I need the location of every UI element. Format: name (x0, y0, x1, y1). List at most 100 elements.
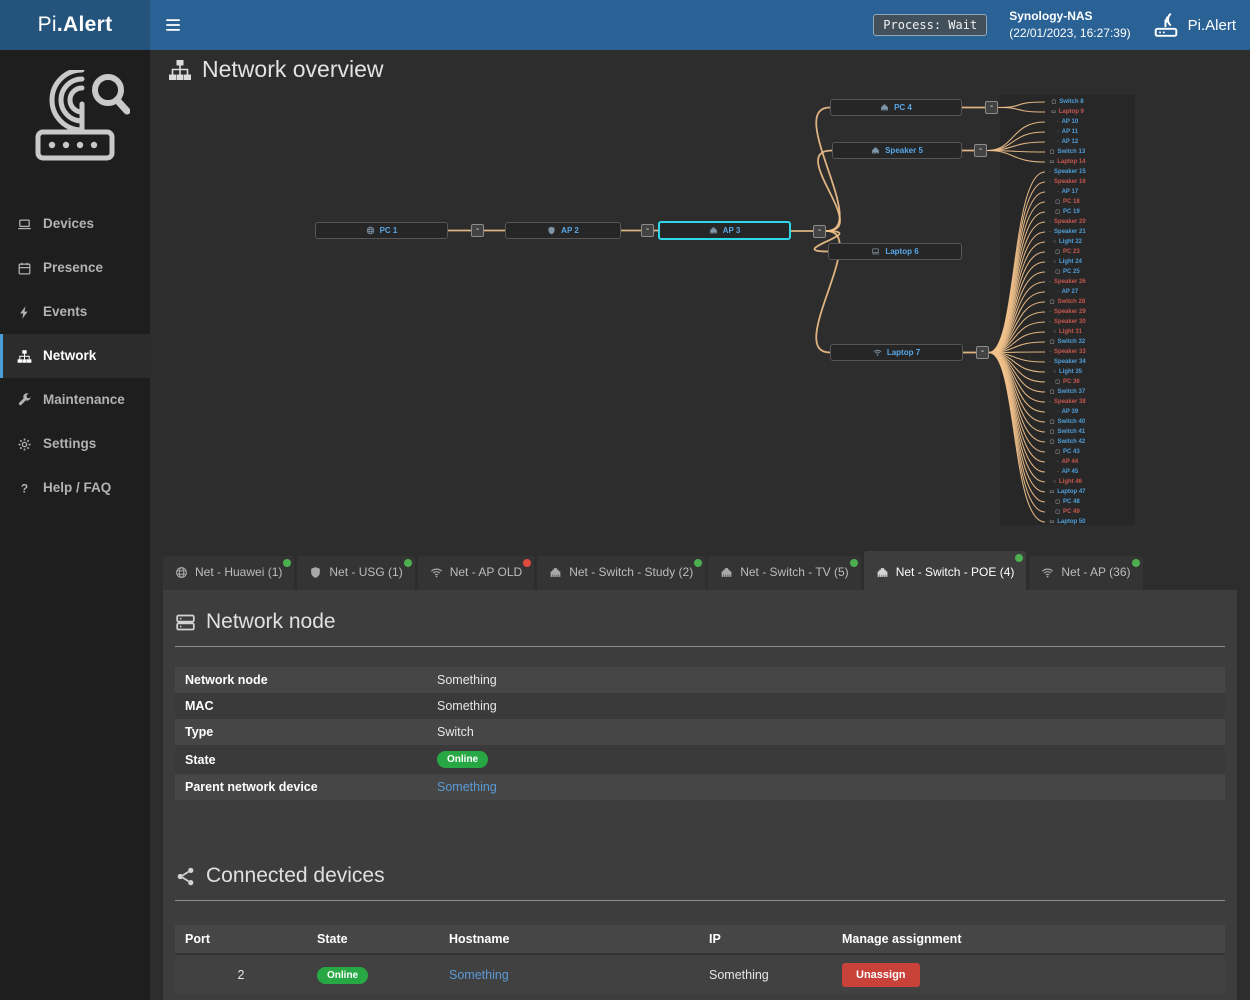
pialert-logo-image (0, 50, 150, 170)
device-list-item-speaker-30[interactable]: ◦Speaker 30 (1000, 317, 1135, 327)
tab-net-huawei-1[interactable]: Net - Huawei (1) (163, 556, 294, 590)
device-list-item-speaker-29[interactable]: ◦Speaker 29 (1000, 307, 1135, 317)
sidebar-item-maintenance[interactable]: Maintenance (0, 378, 150, 422)
unassign-button[interactable]: Unassign (842, 963, 920, 987)
diagram-node-pc-1[interactable]: PC 1 (315, 222, 448, 239)
hostname-link[interactable]: Something (449, 968, 509, 982)
device-list-item-pc-25[interactable]: ▢PC 25 (1000, 267, 1135, 277)
device-list-item-ap-11[interactable]: ◦AP 11 (1000, 127, 1135, 137)
device-list-item-speaker-33[interactable]: ◦Speaker 33 (1000, 347, 1135, 357)
device-type-icon: ▢ (1055, 450, 1060, 455)
device-list-item-laptop-9[interactable]: ▭Laptop 9 (1000, 107, 1135, 117)
device-type-icon: ▭ (1051, 110, 1056, 115)
device-list-item-switch-8[interactable]: ▢Switch 8 (1000, 97, 1135, 107)
navbar-brand-label: Pi.Alert (1188, 17, 1236, 34)
device-name: Switch 40 (1058, 419, 1086, 425)
device-list-item-laptop-50[interactable]: ▭Laptop 50 (1000, 517, 1135, 527)
device-list-item-laptop-47[interactable]: ▭Laptop 47 (1000, 487, 1135, 497)
device-list-item-switch-13[interactable]: ▢Switch 13 (1000, 147, 1135, 157)
server-icon (175, 612, 196, 633)
parent-device-link[interactable]: Something (437, 780, 497, 794)
diagram-node-speaker-5[interactable]: Speaker 5 (832, 142, 962, 159)
device-list-item-light-24[interactable]: ○Light 24 (1000, 257, 1135, 267)
device-list-item-pc-18[interactable]: ▢PC 18 (1000, 197, 1135, 207)
device-list-item-switch-42[interactable]: ▢Switch 42 (1000, 437, 1135, 447)
device-type-icon: ○ (1053, 370, 1056, 375)
ethernet-icon (720, 566, 733, 579)
main-content: Network overview ▢Switch 8▭Laptop 9◦AP 1… (150, 50, 1250, 1000)
collapse-button[interactable]: - (641, 224, 654, 237)
collapse-button[interactable]: - (813, 225, 826, 238)
hamburger-menu-icon[interactable] (164, 16, 182, 34)
column-header-manage-assignment: Manage assignment (832, 925, 1225, 954)
device-list-item-light-35[interactable]: ○Light 35 (1000, 367, 1135, 377)
device-list-item-ap-39[interactable]: ◦AP 39 (1000, 407, 1135, 417)
sidebar-item-events[interactable]: Events (0, 290, 150, 334)
table-row: 2OnlineSomethingSomethingUnassign (175, 954, 1225, 995)
tab-net-switch-tv-5[interactable]: Net - Switch - TV (5) (708, 556, 860, 590)
device-list-item-pc-23[interactable]: ▢PC 23 (1000, 247, 1135, 257)
device-list-item-switch-28[interactable]: ▢Switch 28 (1000, 297, 1135, 307)
device-list-item-ap-12[interactable]: ◦AP 12 (1000, 137, 1135, 147)
device-list-item-pc-49[interactable]: ▢PC 49 (1000, 507, 1135, 517)
device-list-item-switch-37[interactable]: ▢Switch 37 (1000, 387, 1135, 397)
device-list-item-speaker-20[interactable]: ◦Speaker 20 (1000, 217, 1135, 227)
device-name: Switch 28 (1058, 299, 1086, 305)
diagram-node-ap-3[interactable]: AP 3 (658, 221, 791, 240)
device-list-item-light-46[interactable]: ○Light 46 (1000, 477, 1135, 487)
column-header-port: Port (175, 925, 307, 954)
device-list-item-speaker-38[interactable]: ◦Speaker 38 (1000, 397, 1135, 407)
device-name: PC 25 (1063, 269, 1080, 275)
diagram-node-laptop-7[interactable]: Laptop 7 (830, 344, 963, 361)
sidebar-item-presence[interactable]: Presence (0, 246, 150, 290)
device-list-item-ap-27[interactable]: ◦AP 27 (1000, 287, 1135, 297)
sidebar-item-devices[interactable]: Devices (0, 202, 150, 246)
sidebar-item-network[interactable]: Network (0, 334, 150, 378)
device-list-item-ap-17[interactable]: ◦AP 17 (1000, 187, 1135, 197)
sidebar-item-help-faq[interactable]: ?Help / FAQ (0, 466, 150, 510)
collapse-button[interactable]: - (976, 346, 989, 359)
tab-net-usg-1[interactable]: Net - USG (1) (297, 556, 414, 590)
device-list-item-speaker-21[interactable]: ◦Speaker 21 (1000, 227, 1135, 237)
device-list-item-pc-36[interactable]: ▢PC 36 (1000, 377, 1135, 387)
device-list-item-ap-10[interactable]: ◦AP 10 (1000, 117, 1135, 127)
diagram-node-pc-4[interactable]: PC 4 (830, 99, 962, 116)
collapse-button[interactable]: - (974, 144, 987, 157)
brand-logo[interactable]: Pi.Alert (0, 0, 150, 50)
device-type-icon: ◦ (1049, 400, 1051, 405)
device-list-item-switch-32[interactable]: ▢Switch 32 (1000, 337, 1135, 347)
device-list-item-pc-43[interactable]: ▢PC 43 (1000, 447, 1135, 457)
tab-net-ap-old[interactable]: Net - AP OLD (418, 556, 534, 590)
bolt-icon (17, 305, 32, 320)
device-list-item-speaker-34[interactable]: ◦Speaker 34 (1000, 357, 1135, 367)
device-name: Speaker 34 (1054, 359, 1086, 365)
section-divider (175, 646, 1225, 647)
section-divider (175, 900, 1225, 901)
diagram-node-ap-2[interactable]: AP 2 (505, 222, 621, 239)
device-list-item-pc-19[interactable]: ▢PC 19 (1000, 207, 1135, 217)
sidebar-item-label: Presence (43, 259, 103, 277)
sidebar-item-settings[interactable]: Settings (0, 422, 150, 466)
device-list-item-ap-45[interactable]: ◦AP 45 (1000, 467, 1135, 477)
device-list-item-light-22[interactable]: ○Light 22 (1000, 237, 1135, 247)
collapse-button[interactable]: - (985, 101, 998, 114)
device-list-item-ap-44[interactable]: ◦AP 44 (1000, 457, 1135, 467)
device-list-item-light-31[interactable]: ○Light 31 (1000, 327, 1135, 337)
device-list-item-speaker-15[interactable]: ◦Speaker 15 (1000, 167, 1135, 177)
navbar-brand-link[interactable]: Pi.Alert (1153, 12, 1236, 38)
device-list-item-speaker-16[interactable]: ◦Speaker 16 (1000, 177, 1135, 187)
device-list-item-switch-41[interactable]: ▢Switch 41 (1000, 427, 1135, 437)
tab-net-switch-study-2[interactable]: Net - Switch - Study (2) (537, 556, 705, 590)
device-list-item-speaker-26[interactable]: ◦Speaker 26 (1000, 277, 1135, 287)
diagram-node-laptop-6[interactable]: Laptop 6 (828, 243, 962, 260)
device-name: Speaker 33 (1054, 349, 1086, 355)
device-list-item-switch-40[interactable]: ▢Switch 40 (1000, 417, 1135, 427)
device-name: Speaker 20 (1054, 219, 1086, 225)
tab-net-switch-poe-4[interactable]: Net - Switch - POE (4) (864, 551, 1027, 590)
tab-net-ap-36[interactable]: Net - AP (36) (1029, 556, 1142, 590)
collapse-button[interactable]: - (471, 224, 484, 237)
device-list-item-pc-48[interactable]: ▢PC 48 (1000, 497, 1135, 507)
sidebar-item-label: Devices (43, 215, 94, 233)
device-list-item-laptop-14[interactable]: ▭Laptop 14 (1000, 157, 1135, 167)
column-header-hostname: Hostname (439, 925, 699, 954)
